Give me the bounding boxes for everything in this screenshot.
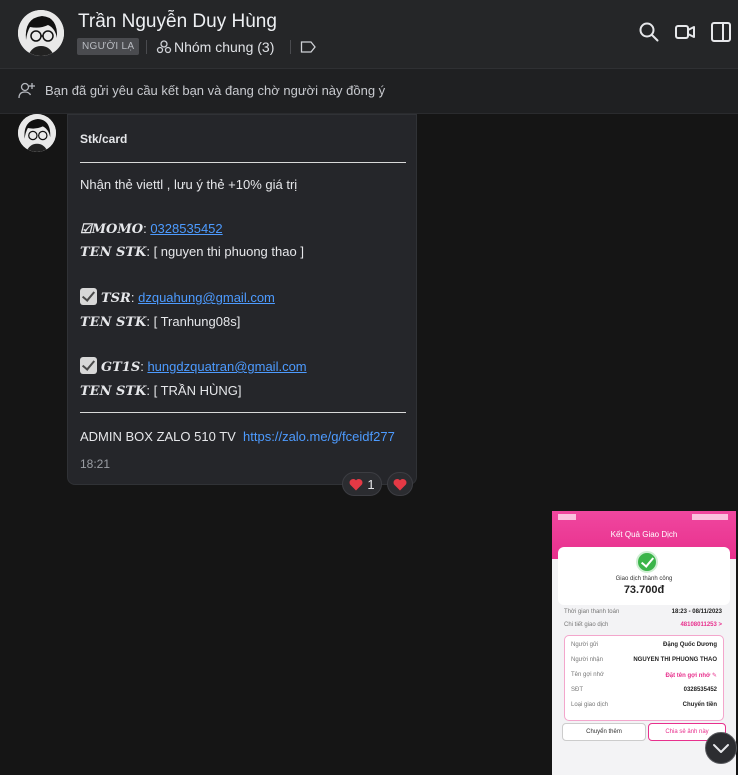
detail-label: Người nhận bbox=[571, 657, 603, 663]
ten-stk-label: TEN STK bbox=[80, 384, 147, 399]
react-button[interactable] bbox=[387, 472, 413, 496]
friend-request-bar: Bạn đã gửi yêu cầu kết bạn và đang chờ n… bbox=[0, 69, 738, 114]
common-groups-link[interactable]: Nhóm chung (3) bbox=[174, 39, 274, 55]
receipt-row-label: Chi tiết giao dịch bbox=[564, 622, 609, 628]
friend-request-text: Bạn đã gửi yêu cầu kết bạn và đang chờ n… bbox=[45, 83, 386, 98]
detail-value: NGUYEN THI PHUONG THAO bbox=[633, 657, 717, 663]
checkbox-icon bbox=[80, 288, 97, 305]
ten-stk-label: TEN STK bbox=[80, 315, 147, 330]
transfer-more-button: Chuyển thêm bbox=[562, 723, 646, 741]
divider bbox=[80, 162, 406, 163]
detail-value: Đặng Quốc Dương bbox=[663, 642, 717, 648]
message-bubble[interactable]: Stk/card Nhận thẻ viettl , lưu ý thẻ +10… bbox=[67, 114, 417, 485]
receipt-amount: 73.700đ bbox=[623, 584, 665, 596]
divider bbox=[146, 40, 147, 54]
gt1s-label: GT1S bbox=[101, 360, 141, 375]
contact-avatar[interactable] bbox=[18, 10, 64, 56]
receipt-row-value: 48108011253 > bbox=[680, 622, 722, 628]
ten-stk-value: : [ TRẦN HÙNG] bbox=[146, 383, 242, 398]
receipt-row-label: Thời gian thanh toán bbox=[564, 609, 620, 615]
success-check-icon bbox=[636, 551, 658, 573]
tsr-line: TSR: dzquahung@gmail.com bbox=[80, 288, 275, 306]
momo-line: ☑MOMO: 0328535452 bbox=[80, 221, 223, 237]
status-bar bbox=[692, 514, 728, 520]
detail-label: Người gửi bbox=[571, 642, 599, 648]
detail-value: Chuyển tiền bbox=[682, 702, 717, 708]
receipt-status: Giao dịch thành công bbox=[615, 576, 673, 582]
heart-icon bbox=[393, 478, 407, 490]
chat-header: Trần Nguyễn Duy Hùng NGƯỜI LẠ Nhóm chung… bbox=[0, 0, 738, 69]
admin-group-link[interactable]: https://zalo.me/g/fceidf277 bbox=[243, 429, 395, 444]
image-title: Kết Quả Giao Dịch bbox=[610, 530, 678, 539]
momo-label: ☑MOMO bbox=[80, 222, 144, 237]
contact-name: Trần Nguyễn Duy Hùng bbox=[78, 11, 277, 32]
add-friend-icon bbox=[18, 82, 35, 99]
detail-label: Tên gợi nhớ bbox=[571, 672, 604, 678]
receipt-card: Giao dịch thành công 73.700đ bbox=[558, 547, 730, 605]
detail-label: Loại giao dịch bbox=[571, 702, 609, 708]
divider bbox=[80, 412, 406, 413]
message-title: Stk/card bbox=[80, 132, 128, 146]
search-icon[interactable] bbox=[638, 21, 660, 43]
tsr-email-link[interactable]: dzquahung@gmail.com bbox=[138, 290, 275, 305]
divider bbox=[290, 40, 291, 54]
checkbox-icon bbox=[80, 357, 97, 374]
momo-phone-link[interactable]: 0328535452 bbox=[150, 221, 222, 236]
admin-text: ADMIN BOX ZALO 510 TV bbox=[80, 429, 236, 444]
ten-stk-label: TEN STK bbox=[80, 245, 147, 260]
message-time: 18:21 bbox=[80, 457, 111, 471]
status-bar bbox=[558, 514, 576, 520]
admin-line: ADMIN BOX ZALO 510 TV https://zalo.me/g/… bbox=[80, 429, 395, 444]
message-line: Nhận thẻ viettl , lưu ý thẻ +10% giá trị bbox=[80, 177, 298, 192]
sidebar-toggle-icon[interactable] bbox=[710, 21, 732, 43]
group-icon bbox=[156, 40, 172, 54]
chevron-down-icon bbox=[713, 744, 729, 753]
detail-label: SĐT bbox=[571, 687, 583, 693]
ten-stk-value: : [ Tranhung08s] bbox=[146, 314, 241, 329]
reaction-summary[interactable]: 1 bbox=[342, 472, 382, 496]
detail-value: Đặt tên gợi nhớ ✎ bbox=[665, 673, 717, 679]
heart-icon bbox=[349, 478, 363, 490]
sender-avatar[interactable] bbox=[18, 114, 56, 152]
scroll-to-bottom-button[interactable] bbox=[705, 732, 737, 764]
tsr-label: TSR bbox=[101, 291, 131, 306]
ten-stk-value: : [ nguyen thi phuong thao ] bbox=[146, 244, 304, 259]
stranger-badge: NGƯỜI LẠ bbox=[77, 38, 140, 55]
detail-value: 0328535452 bbox=[683, 687, 717, 693]
ten-stk-line: TEN STK: [ nguyen thi phuong thao ] bbox=[80, 244, 304, 260]
gt1s-email-link[interactable]: hungdzquatran@gmail.com bbox=[147, 359, 306, 374]
video-call-icon[interactable] bbox=[674, 21, 696, 43]
ten-stk-line: TEN STK: [ Tranhung08s] bbox=[80, 314, 240, 330]
receipt-details: Người gửi Đặng Quốc Dương Người nhận NGU… bbox=[564, 635, 724, 721]
reaction-count: 1 bbox=[367, 476, 375, 492]
gt1s-line: GT1S: hungdzquatran@gmail.com bbox=[80, 357, 307, 375]
receipt-row-value: 18:23 - 08/11/2023 bbox=[671, 609, 722, 615]
ten-stk-line: TEN STK: [ TRẦN HÙNG] bbox=[80, 383, 241, 399]
tag-icon[interactable] bbox=[300, 40, 316, 54]
